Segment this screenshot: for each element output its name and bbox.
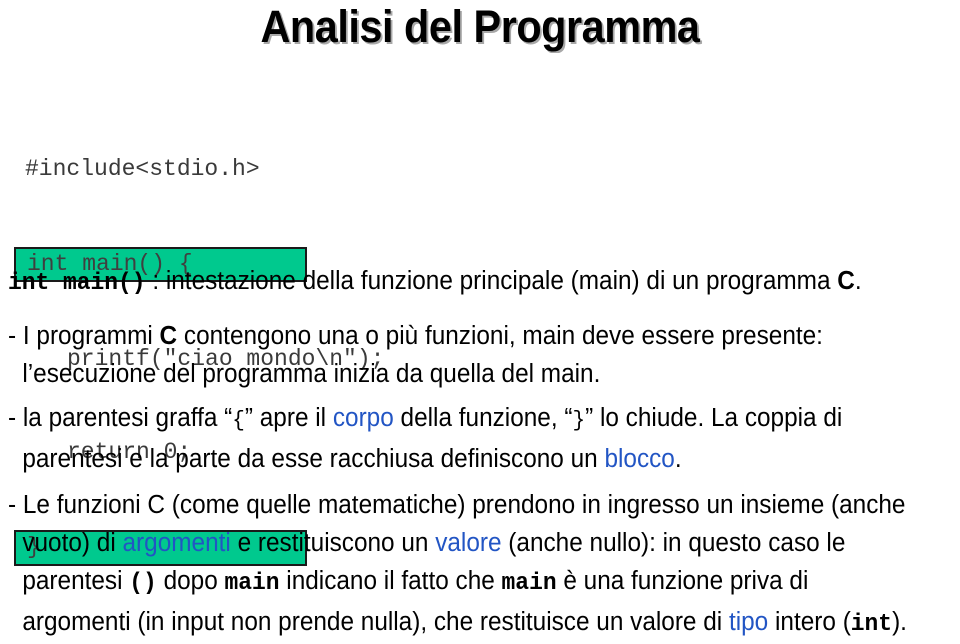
inline-code-main-2: main bbox=[501, 570, 557, 597]
paragraph-4-line-4b: intero ( bbox=[768, 608, 851, 636]
paragraph-3-text-2: della funzione, “ bbox=[393, 404, 573, 432]
inline-code-brace-open: { bbox=[232, 408, 245, 433]
paragraph-2-bullet: - I programmi bbox=[8, 322, 160, 350]
paragraph-4-line-2: vuoto) di argomenti e restituiscono un v… bbox=[8, 524, 910, 562]
paragraph-4-line-2b: e restituiscono un bbox=[230, 529, 436, 557]
paragraph-4-line-3: parentesi () dopo main indicano il fatto… bbox=[8, 562, 910, 603]
paragraph-1-text: : intestazione della funzione principale… bbox=[145, 267, 838, 295]
paragraph-main-signature: int main() : intestazione della funzione… bbox=[8, 262, 910, 303]
link-blocco: blocco bbox=[604, 445, 675, 473]
inline-code-int-main: int main() bbox=[8, 270, 146, 297]
link-tipo: tipo bbox=[728, 608, 769, 636]
paragraph-3-line-2b: . bbox=[674, 445, 682, 473]
paragraph-4-line-4a: argomenti (in input non prende nulla), c… bbox=[22, 608, 729, 636]
paragraph-4-bullet: - Le funzioni C (come quelle matematiche… bbox=[8, 491, 906, 519]
paragraph-4-line-3d: è una funzione priva di bbox=[556, 567, 809, 595]
inline-code-main-1: main bbox=[224, 570, 280, 597]
paragraph-4-line-4: argomenti (in input non prende nulla), c… bbox=[8, 603, 910, 644]
paragraph-2-text: contengono una o più funzioni, main deve… bbox=[177, 322, 823, 350]
paragraph-3-line-2: parentesi e la parte da esse racchiusa d… bbox=[8, 440, 910, 478]
paragraph-4-line-3b: dopo bbox=[156, 567, 225, 595]
inline-bold-c: C bbox=[837, 267, 855, 295]
paragraph-2-line-2: l’esecuzione del programma inizia da que… bbox=[22, 360, 601, 388]
paragraph-4-line-3a: parentesi bbox=[22, 567, 130, 595]
paragraph-4-line-4c: ). bbox=[892, 608, 907, 636]
inline-bold-c-2: C bbox=[159, 322, 178, 350]
link-corpo: corpo bbox=[332, 404, 394, 432]
paragraph-3-bullet: - la parentesi graffa “ bbox=[8, 404, 233, 432]
slide-body: int main() : intestazione della funzione… bbox=[8, 262, 952, 644]
paragraph-1-period: . bbox=[854, 267, 862, 295]
inline-code-int: int bbox=[850, 611, 893, 638]
paragraph-3-text-3: ” lo chiude. La coppia di bbox=[585, 404, 843, 432]
paragraph-4-line-3c: indicano il fatto che bbox=[279, 567, 502, 595]
code-line-include: #include<stdio.h> bbox=[25, 156, 260, 182]
link-valore: valore bbox=[435, 529, 502, 557]
inline-code-brace-close: } bbox=[572, 408, 586, 433]
paragraph-4-line-2c: (anche nullo): in questo caso le bbox=[501, 529, 846, 557]
paragraph-3-text-1: ” apre il bbox=[244, 404, 333, 432]
link-argomenti: argomenti bbox=[122, 529, 231, 557]
inline-code-parens: () bbox=[129, 570, 157, 597]
page-title: Analisi del Programma bbox=[260, 1, 700, 52]
paragraph-functions-arguments-return: - Le funzioni C (come quelle matematiche… bbox=[8, 486, 910, 644]
paragraph-programs-contain-functions: - I programmi C contengono una o più fun… bbox=[8, 317, 910, 393]
paragraph-4-line-2a: vuoto) di bbox=[22, 529, 123, 557]
paragraph-braces-block: - la parentesi graffa “{” apre il corpo … bbox=[8, 399, 910, 478]
paragraph-3-line-2a: parentesi e la parte da esse racchiusa d… bbox=[22, 445, 605, 473]
